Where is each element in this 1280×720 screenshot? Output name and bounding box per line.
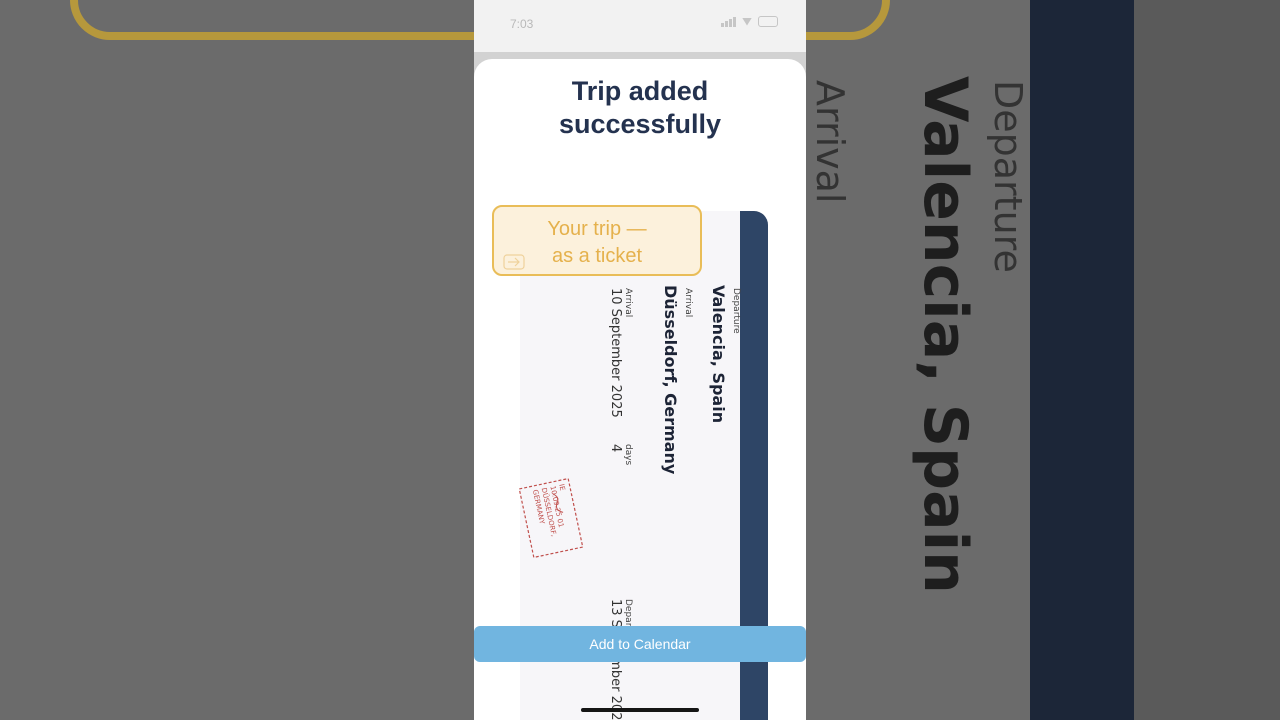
arrow-right-icon [503, 254, 525, 270]
ticket-arrival-date: 10 September 2025 [608, 288, 623, 418]
title-line-2: successfully [558, 109, 722, 139]
background-departure-city: Valencia, Spain [910, 76, 980, 594]
ticket-days-value: 4 [608, 444, 623, 453]
passport-stamp-icon: IE 10.09.25 01 DÜSSELDORF, GERMANY [518, 477, 584, 559]
ticket-badge: Your trip — as a ticket [492, 205, 702, 276]
ticket-arrival-date-label: Arrival [623, 288, 633, 318]
page-title: Trip added successfully [474, 75, 806, 141]
ticket-arrival-city: Düsseldorf, Germany [661, 285, 680, 475]
background-arrival-label: Arrival [808, 80, 852, 204]
battery-icon [758, 16, 778, 27]
badge-line-1: Your trip — [547, 218, 647, 240]
title-line-1: Trip added [571, 76, 709, 106]
background-ticket-edge [1030, 0, 1134, 720]
status-time: 7:03 [510, 17, 534, 31]
wifi-icon [742, 17, 752, 26]
status-bar: 7:03 [474, 0, 806, 52]
home-indicator[interactable] [581, 708, 699, 712]
ticket-arrival-label: Arrival [683, 288, 693, 318]
status-icons [721, 16, 778, 27]
stamp-line-1: IE [557, 483, 566, 491]
phone-screen: 7:03 Trip added successfully Departure V… [474, 0, 806, 720]
ticket-days-label: days [623, 444, 633, 466]
success-sheet: Trip added successfully Departure Valenc… [474, 59, 806, 720]
ticket-departure-city: Valencia, Spain [709, 285, 728, 424]
badge-line-2: as a ticket [551, 245, 643, 267]
ticket-departure-label: Departure [731, 288, 741, 334]
signal-icon [721, 16, 736, 27]
add-to-calendar-button[interactable]: Add to Calendar [474, 626, 806, 662]
background-dark-panel [1134, 0, 1280, 720]
background-departure-label: Departure [986, 80, 1030, 273]
